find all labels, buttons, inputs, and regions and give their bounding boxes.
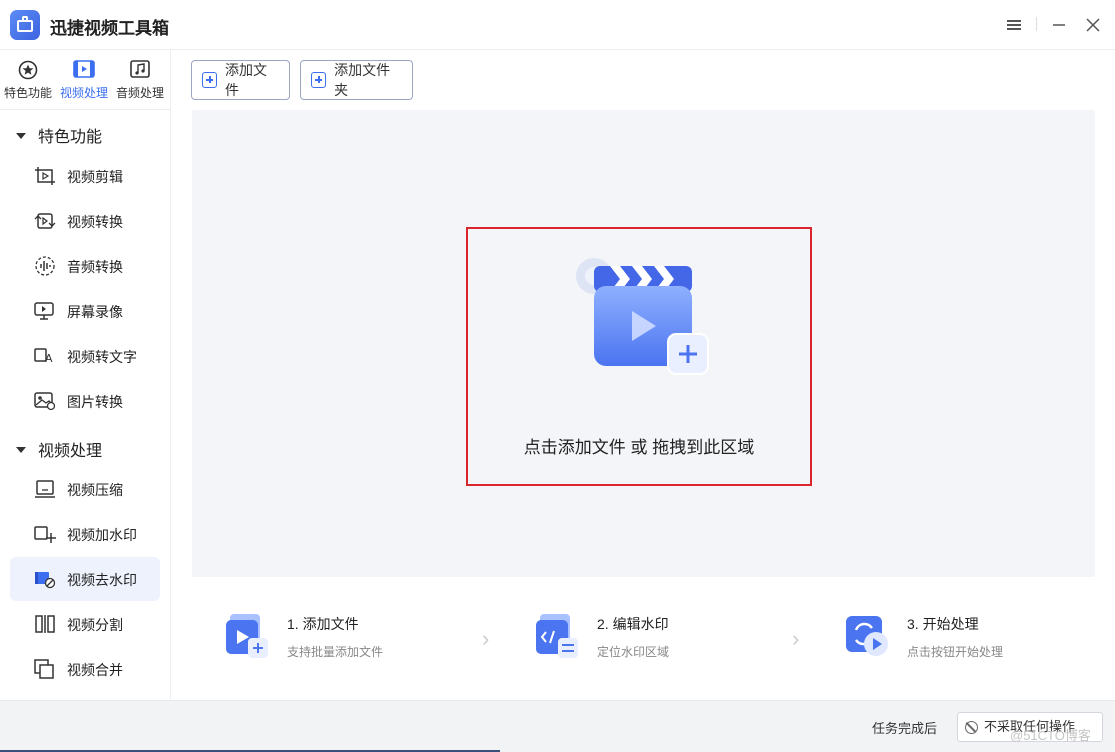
app-logo-icon — [10, 10, 40, 40]
tab-video-processing[interactable]: 视频处理 — [56, 58, 112, 101]
star-icon — [17, 60, 39, 80]
plus-box-icon — [202, 72, 217, 88]
sidebar-item-video-convert[interactable]: 视频转换 — [10, 199, 160, 243]
crop-video-icon — [34, 166, 56, 186]
plus-box-icon — [311, 72, 327, 88]
convert-video-icon — [34, 211, 56, 231]
category-tabs: 特色功能 视频处理 音频处理 — [0, 50, 171, 110]
step-edit-watermark: 2. 编辑水印 定位水印区域 — [522, 604, 782, 674]
sidebar-item-label: 图片转换 — [67, 394, 123, 410]
sidebar-item-label: 视频剪辑 — [67, 169, 123, 185]
add-file-label: 添加文件 — [225, 62, 267, 98]
close-icon[interactable] — [1082, 14, 1104, 36]
site-watermark: @51CTO博客 — [1010, 728, 1091, 743]
group-video-processing-label: 视频处理 — [38, 443, 103, 460]
hamburger-icon[interactable] — [1003, 14, 1025, 36]
tab-audio-processing-label: 音频处理 — [115, 86, 164, 100]
step-desc: 点击按钮开始处理 — [907, 645, 1004, 659]
sidebar-item-video-split[interactable]: 视频分割 — [10, 602, 160, 646]
group-featured-header[interactable]: 特色功能 — [16, 123, 102, 147]
title-bar: 迅捷视频工具箱 — [0, 0, 1115, 50]
sidebar-item-screen-record[interactable]: 屏幕录像 — [10, 289, 160, 333]
drop-zone-text: 点击添加文件 或 拖拽到此区域 — [523, 438, 755, 457]
video-to-text-icon: A — [34, 346, 56, 366]
tab-video-processing-label: 视频处理 — [59, 86, 108, 100]
sidebar-item-label: 屏幕录像 — [67, 304, 123, 320]
film-icon — [73, 60, 95, 80]
sidebar: 特色功能 视频处理 音频处理 特色功能 视频剪辑 视频转换 音频转换 屏幕录像 … — [0, 50, 171, 700]
remove-watermark-icon — [34, 569, 56, 589]
step-add-file: 1. 添加文件 支持批量添加文件 — [212, 604, 472, 674]
drop-zone[interactable]: 点击添加文件 或 拖拽到此区域 — [192, 110, 1095, 577]
app-title: 迅捷视频工具箱 — [50, 19, 169, 38]
add-folder-button[interactable]: 添加文件夹 — [300, 60, 413, 100]
chevron-right-icon: › — [792, 626, 800, 651]
sidebar-item-video-to-text[interactable]: A 视频转文字 — [10, 334, 160, 378]
tab-featured-label: 特色功能 — [3, 86, 52, 100]
sidebar-item-add-watermark[interactable]: 视频加水印 — [10, 512, 160, 556]
step-desc: 定位水印区域 — [597, 645, 670, 659]
sidebar-item-audio-convert[interactable]: 音频转换 — [10, 244, 160, 288]
group-featured-label: 特色功能 — [38, 129, 103, 146]
screen-record-icon — [34, 301, 56, 321]
compress-icon — [34, 479, 56, 499]
add-watermark-icon — [34, 524, 56, 544]
step-title: 1. 添加文件 — [287, 616, 359, 632]
start-process-step-icon — [842, 610, 892, 660]
title-separator — [1036, 17, 1037, 31]
svg-text:A: A — [45, 352, 53, 365]
sidebar-item-label: 视频合并 — [67, 662, 123, 678]
prohibited-icon — [965, 721, 978, 734]
video-clapper-add-icon[interactable] — [572, 256, 712, 376]
edit-watermark-step-icon — [532, 610, 582, 660]
sidebar-item-label: 视频压缩 — [67, 482, 123, 498]
step-title: 3. 开始处理 — [907, 616, 979, 632]
after-task-label: 任务完成后 — [872, 721, 938, 736]
status-bar: 任务完成后 不采取任何操作 — [0, 700, 1115, 752]
add-folder-label: 添加文件夹 — [334, 62, 391, 98]
chevron-right-icon: › — [482, 626, 490, 651]
step-title: 2. 编辑水印 — [597, 616, 669, 632]
sidebar-item-label: 视频转文字 — [67, 349, 137, 365]
music-icon — [129, 60, 151, 80]
main-panel: 添加文件 添加文件夹 点击添加文件 或 拖拽到此区域 1. 添加文件 支持批量添… — [172, 50, 1115, 700]
group-video-processing-header[interactable]: 视频处理 — [16, 437, 102, 461]
sidebar-item-label: 视频加水印 — [67, 527, 137, 543]
step-start-process: 3. 开始处理 点击按钮开始处理 — [832, 604, 1092, 674]
sidebar-item-video-merge[interactable]: 视频合并 — [10, 647, 160, 691]
sidebar-item-remove-watermark[interactable]: 视频去水印 — [10, 557, 160, 601]
sidebar-item-label: 视频转换 — [67, 214, 123, 230]
image-convert-icon — [34, 391, 56, 411]
minimize-icon[interactable] — [1048, 14, 1070, 36]
split-icon — [34, 614, 56, 634]
sidebar-item-video-compress[interactable]: 视频压缩 — [10, 467, 160, 511]
sidebar-item-label: 视频去水印 — [67, 572, 137, 588]
caret-down-icon — [16, 446, 26, 453]
caret-down-icon — [16, 132, 26, 139]
audio-wave-icon — [34, 256, 56, 276]
step-desc: 支持批量添加文件 — [287, 645, 384, 659]
add-file-step-icon — [222, 610, 272, 660]
add-file-button[interactable]: 添加文件 — [191, 60, 290, 100]
sidebar-item-label: 音频转换 — [67, 259, 123, 275]
merge-icon — [34, 659, 56, 679]
steps-guide: 1. 添加文件 支持批量添加文件 › 2. 编辑水印 定位水印区域 › 3. 开… — [192, 590, 1095, 690]
sidebar-item-image-convert[interactable]: 图片转换 — [10, 379, 160, 423]
sidebar-item-label: 视频分割 — [67, 617, 123, 633]
sidebar-item-video-edit[interactable]: 视频剪辑 — [10, 154, 160, 198]
tab-featured[interactable]: 特色功能 — [0, 58, 56, 101]
tab-audio-processing[interactable]: 音频处理 — [112, 58, 168, 101]
